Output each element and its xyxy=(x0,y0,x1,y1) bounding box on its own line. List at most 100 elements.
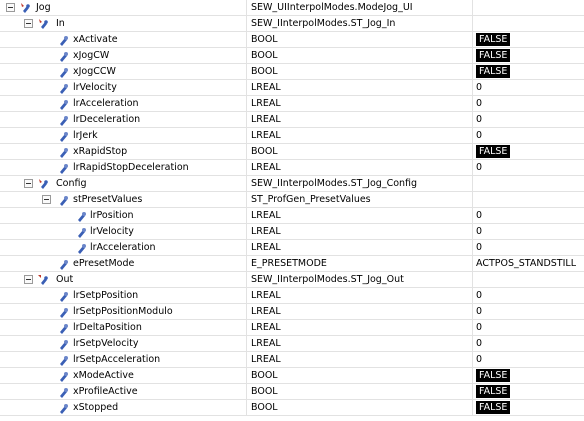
bool-value-badge[interactable]: FALSE xyxy=(476,33,511,46)
value-cell[interactable]: 0 xyxy=(472,80,584,95)
value-cell[interactable]: FALSE xyxy=(472,48,584,63)
tree-row[interactable]: xJogCCW BOOL FALSE xyxy=(0,64,584,80)
tree-row[interactable]: lrSetpPositionModulo LREAL 0 xyxy=(0,304,584,320)
value-cell[interactable]: 0 xyxy=(472,208,584,223)
bool-value-badge[interactable]: FALSE xyxy=(476,369,511,382)
bool-value-badge[interactable]: FALSE xyxy=(476,49,511,62)
data-type-cell: LREAL xyxy=(246,224,472,239)
value-cell[interactable] xyxy=(472,16,584,31)
tree-row[interactable]: lrVelocity LREAL 0 xyxy=(0,224,584,240)
data-type-cell: BOOL xyxy=(246,48,472,63)
value-cell[interactable]: 0 xyxy=(472,96,584,111)
value-text: 0 xyxy=(476,114,483,125)
value-cell[interactable]: FALSE xyxy=(472,64,584,79)
collapse-toggle-icon[interactable] xyxy=(24,179,33,188)
variable-name-cell: lrSetpPositionModulo xyxy=(0,304,246,319)
bool-value-badge[interactable]: FALSE xyxy=(476,385,511,398)
collapse-toggle-icon[interactable] xyxy=(6,3,15,12)
variable-name-cell: lrVelocity xyxy=(0,80,246,95)
tree-row[interactable]: xStopped BOOL FALSE xyxy=(0,400,584,416)
tree-row[interactable]: lrSetpPosition LREAL 0 xyxy=(0,288,584,304)
data-type-cell: LREAL xyxy=(246,128,472,143)
value-cell[interactable] xyxy=(472,272,584,287)
tree-row[interactable]: Out SEW_IInterpolModes.ST_Jog_Out xyxy=(0,272,584,288)
tree-row[interactable]: xProfileActive BOOL FALSE xyxy=(0,384,584,400)
collapse-toggle-icon[interactable] xyxy=(42,195,51,204)
variable-icon xyxy=(57,82,69,94)
struct-variable-icon xyxy=(37,18,49,30)
tree-row[interactable]: lrSetpAcceleration LREAL 0 xyxy=(0,352,584,368)
variable-name: lrRapidStopDeceleration xyxy=(73,162,189,173)
bool-value-badge[interactable]: FALSE xyxy=(476,65,511,78)
tree-row[interactable]: In SEW_IInterpolModes.ST_Jog_In xyxy=(0,16,584,32)
tree-row[interactable]: lrAcceleration LREAL 0 xyxy=(0,96,584,112)
collapse-toggle-icon[interactable] xyxy=(24,275,33,284)
variable-name: xJogCCW xyxy=(73,66,116,77)
tree-row[interactable]: xJogCW BOOL FALSE xyxy=(0,48,584,64)
variable-icon xyxy=(75,226,87,238)
variable-name-cell: lrSetpVelocity xyxy=(0,336,246,351)
value-cell[interactable]: 0 xyxy=(472,320,584,335)
variable-icon xyxy=(57,354,69,366)
variable-name: lrSetpPosition xyxy=(73,290,139,301)
value-cell[interactable]: 0 xyxy=(472,240,584,255)
tree-row[interactable]: xActivate BOOL FALSE xyxy=(0,32,584,48)
value-cell[interactable] xyxy=(472,0,584,15)
value-cell[interactable]: FALSE xyxy=(472,368,584,383)
value-cell[interactable]: FALSE xyxy=(472,400,584,415)
value-cell[interactable]: ACTPOS_STANDSTILL xyxy=(472,256,584,271)
variable-icon xyxy=(57,306,69,318)
data-type-cell: LREAL xyxy=(246,352,472,367)
tree-row[interactable]: lrVelocity LREAL 0 xyxy=(0,80,584,96)
variable-name: In xyxy=(56,18,65,29)
variable-name: ePresetMode xyxy=(73,258,135,269)
value-cell[interactable]: 0 xyxy=(472,288,584,303)
value-cell[interactable]: FALSE xyxy=(472,32,584,47)
tree-row[interactable]: lrJerk LREAL 0 xyxy=(0,128,584,144)
value-cell[interactable]: 0 xyxy=(472,304,584,319)
tree-row[interactable]: Config SEW_IInterpolModes.ST_Jog_Config xyxy=(0,176,584,192)
value-cell[interactable]: 0 xyxy=(472,352,584,367)
value-cell[interactable]: 0 xyxy=(472,128,584,143)
value-cell[interactable]: 0 xyxy=(472,336,584,351)
variable-name-cell: lrAcceleration xyxy=(0,96,246,111)
collapse-toggle-icon[interactable] xyxy=(24,19,33,28)
tree-row[interactable]: stPresetValues ST_ProfGen_PresetValues xyxy=(0,192,584,208)
tree-row[interactable]: lrSetpVelocity LREAL 0 xyxy=(0,336,584,352)
tree-row[interactable]: lrDeltaPosition LREAL 0 xyxy=(0,320,584,336)
value-cell[interactable] xyxy=(472,192,584,207)
variable-icon xyxy=(57,386,69,398)
value-cell[interactable]: 0 xyxy=(472,224,584,239)
value-cell[interactable] xyxy=(472,176,584,191)
value-cell[interactable]: FALSE xyxy=(472,144,584,159)
variable-name: lrDeltaPosition xyxy=(73,322,142,333)
tree-row[interactable]: ePresetMode E_PRESETMODE ACTPOS_STANDSTILL xyxy=(0,256,584,272)
bool-value-badge[interactable]: FALSE xyxy=(476,145,511,158)
tree-row[interactable]: lrAcceleration LREAL 0 xyxy=(0,240,584,256)
data-type-cell: LREAL xyxy=(246,304,472,319)
variable-name-cell: xStopped xyxy=(0,400,246,415)
data-type-cell: BOOL xyxy=(246,400,472,415)
data-type-cell: BOOL xyxy=(246,368,472,383)
variable-icon xyxy=(75,210,87,222)
tree-row[interactable]: lrPosition LREAL 0 xyxy=(0,208,584,224)
tree-row[interactable]: xModeActive BOOL FALSE xyxy=(0,368,584,384)
value-cell[interactable]: 0 xyxy=(472,112,584,127)
variable-icon xyxy=(57,162,69,174)
variable-name: xProfileActive xyxy=(73,386,138,397)
variable-icon xyxy=(57,258,69,270)
value-cell[interactable]: FALSE xyxy=(472,384,584,399)
tree-row[interactable]: lrRapidStopDeceleration LREAL 0 xyxy=(0,160,584,176)
value-text: 0 xyxy=(476,322,483,333)
tree-row[interactable]: xRapidStop BOOL FALSE xyxy=(0,144,584,160)
tree-row[interactable]: lrDeceleration LREAL 0 xyxy=(0,112,584,128)
value-cell[interactable]: 0 xyxy=(472,160,584,175)
variable-name: xStopped xyxy=(73,402,119,413)
data-type-cell: LREAL xyxy=(246,80,472,95)
variable-name: xJogCW xyxy=(73,50,110,61)
variable-name-cell: xJogCW xyxy=(0,48,246,63)
tree-row[interactable]: Jog SEW_UIInterpolModes.ModeJog_UI xyxy=(0,0,584,16)
data-type-cell: BOOL xyxy=(246,64,472,79)
bool-value-badge[interactable]: FALSE xyxy=(476,401,511,414)
value-text: 0 xyxy=(476,290,483,301)
